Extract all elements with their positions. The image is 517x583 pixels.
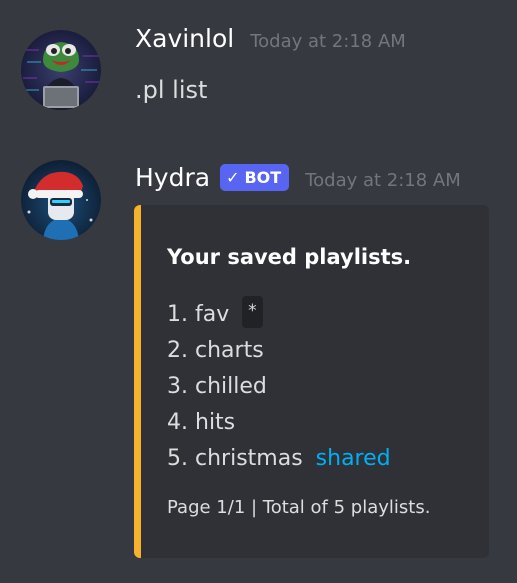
timestamp: Today at 2:18 AM — [250, 31, 406, 52]
bot-badge-label: BOT — [244, 168, 282, 187]
message-xavinlol: Xavinlol Today at 2:18 AM .pl list — [0, 24, 517, 124]
playlist-name: hits — [195, 410, 236, 435]
playlist-number: 5. — [167, 446, 188, 471]
username[interactable]: Xavinlol — [135, 24, 234, 53]
message-content: .pl list — [135, 76, 208, 104]
bot-badge: ✓ BOT — [220, 164, 290, 191]
pepe-hacker-avatar-icon — [21, 30, 101, 110]
playlist-number: 4. — [167, 410, 188, 435]
playlist-item: 2. charts — [167, 333, 391, 369]
shared-link[interactable]: shared — [316, 446, 391, 471]
checkmark-icon: ✓ — [226, 168, 240, 187]
playlist-name: christmas — [195, 446, 303, 471]
playlist-embed: Your saved playlists. 1. fav * 2. charts… — [134, 205, 489, 558]
message-header: Hydra ✓ BOT Today at 2:18 AM — [135, 163, 461, 199]
playlist-list: 1. fav * 2. charts 3. chilled 4. hits 5.… — [167, 296, 391, 477]
robot-santa-hat-avatar-icon — [21, 160, 101, 240]
playlist-number: 2. — [167, 338, 188, 363]
playlist-number: 1. — [167, 302, 188, 327]
user-avatar[interactable] — [21, 30, 101, 110]
embed-title: Your saved playlists. — [167, 245, 412, 269]
username[interactable]: Hydra — [135, 163, 210, 192]
playlist-name: chilled — [195, 374, 267, 399]
message-hydra: Hydra ✓ BOT Today at 2:18 AM Your saved … — [0, 155, 517, 565]
inline-code-tag: * — [242, 296, 263, 328]
message-header: Xavinlol Today at 2:18 AM — [135, 24, 406, 60]
playlist-name: charts — [195, 338, 264, 363]
embed-footer: Page 1/1 | Total of 5 playlists. — [167, 497, 431, 518]
playlist-item: 4. hits — [167, 405, 391, 441]
playlist-item: 3. chilled — [167, 369, 391, 405]
playlist-name: fav — [195, 302, 230, 327]
playlist-item: 5. christmas shared — [167, 441, 391, 477]
playlist-number: 3. — [167, 374, 188, 399]
timestamp: Today at 2:18 AM — [305, 170, 461, 191]
bot-avatar[interactable] — [21, 160, 101, 240]
playlist-item: 1. fav * — [167, 296, 391, 333]
chat-messages: Xavinlol Today at 2:18 AM .pl list Hydra… — [0, 0, 517, 583]
